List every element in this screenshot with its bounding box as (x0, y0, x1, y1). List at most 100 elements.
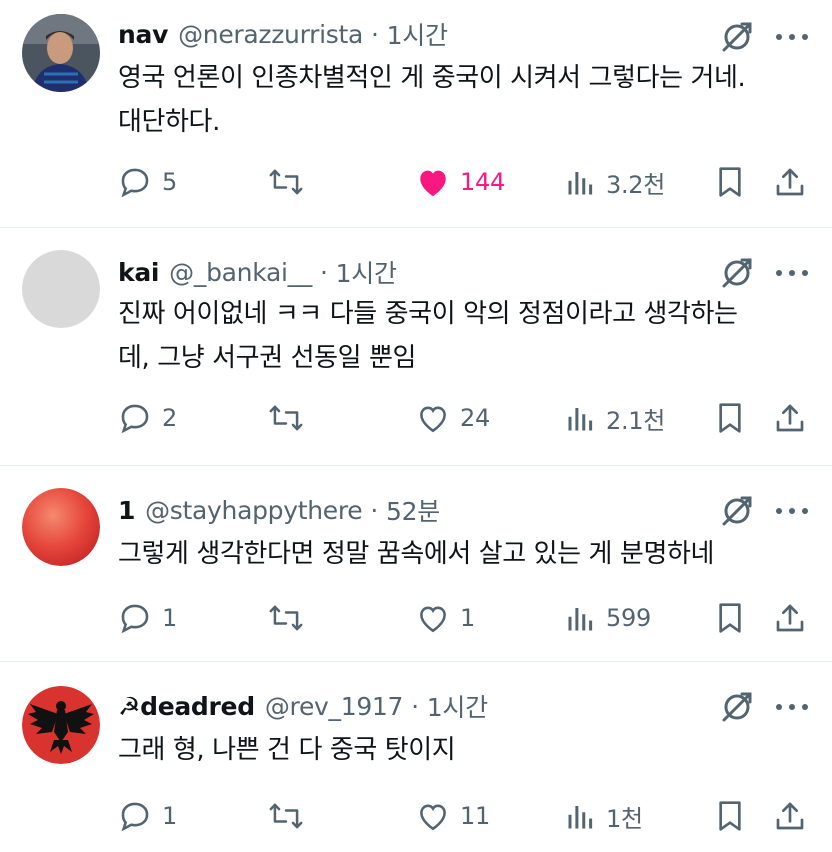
share-icon (776, 802, 804, 830)
views-count: 1천 (606, 804, 643, 833)
share-button[interactable] (774, 394, 806, 442)
post[interactable]: nav @nerazzurrista · 1시간 영국 언론이 인종차별적인 게… (0, 0, 832, 228)
bookmark-button[interactable] (716, 394, 744, 442)
share-icon (776, 168, 804, 196)
reply-count: 2 (162, 404, 177, 432)
handle[interactable]: @rev_1917 (265, 692, 404, 721)
bookmark-icon (719, 167, 741, 197)
like-count: 11 (460, 802, 490, 830)
separator: · (370, 495, 379, 525)
reply-button[interactable]: 5 (118, 158, 177, 206)
post-text: 그래 형, 나쁜 건 다 중국 탓이지 (118, 728, 808, 772)
display-name[interactable]: nav (118, 20, 168, 49)
post-text: 영국 언론이 인종차별적인 게 중국이 시켜서 그렇다는 거네. 대단하다. (118, 56, 808, 144)
grok-icon[interactable] (720, 494, 754, 528)
action-bar: 1 1 599 (0, 594, 832, 642)
bookmark-button[interactable] (716, 594, 744, 642)
action-bar: 1 11 1천 (0, 792, 832, 840)
views-icon (568, 806, 593, 829)
reply-button[interactable]: 1 (118, 594, 177, 642)
views-button[interactable]: 2.1천 (566, 394, 665, 442)
more-icon[interactable] (772, 22, 812, 52)
views-count: 599 (606, 604, 651, 632)
like-count: 24 (460, 404, 490, 432)
reply-button[interactable]: 1 (118, 792, 177, 840)
post-header: nav @nerazzurrista · 1시간 (118, 16, 448, 52)
views-button[interactable]: 1천 (566, 792, 643, 840)
post-text-line: 진짜 어이없네 ㅋㅋ 다들 중국이 악의 정점이라고 생각하는 (118, 299, 738, 329)
repost-button[interactable] (268, 594, 314, 642)
views-icon (568, 172, 593, 195)
reply-icon (121, 168, 149, 198)
like-count: 1 (460, 604, 475, 632)
action-bar: 5 144 3.2천 (0, 158, 832, 206)
separator: · (320, 257, 328, 287)
share-button[interactable] (774, 594, 806, 642)
heart-icon (420, 406, 446, 433)
post-header: kai @_bankai__ · 1시간 (118, 254, 397, 290)
repost-icon (269, 803, 303, 829)
grok-icon[interactable] (720, 256, 754, 290)
like-button[interactable]: 144 (416, 158, 505, 206)
bookmark-button[interactable] (716, 792, 744, 840)
share-icon (776, 404, 804, 432)
like-button[interactable]: 24 (416, 394, 490, 442)
repost-button[interactable] (268, 394, 314, 442)
handle[interactable]: @stayhappythere (145, 496, 363, 525)
handle[interactable]: @nerazzurrista (178, 20, 363, 49)
grok-icon[interactable] (720, 20, 754, 54)
post-text-line: 대단하다. (118, 107, 220, 137)
bookmark-icon (719, 603, 741, 633)
timestamp[interactable]: 1시간 (336, 254, 397, 290)
grok-icon[interactable] (720, 690, 754, 724)
share-button[interactable] (774, 792, 806, 840)
post-text-line: 그래 형, 나쁜 건 다 중국 탓이지 (118, 735, 456, 765)
repost-icon (269, 169, 303, 195)
views-icon (568, 408, 593, 431)
reply-button[interactable]: 2 (118, 394, 177, 442)
heart-icon (420, 804, 446, 831)
timestamp[interactable]: 1시간 (387, 16, 448, 52)
action-bar: 2 24 2.1천 (0, 394, 832, 442)
separator: · (411, 691, 419, 721)
avatar[interactable] (22, 14, 100, 92)
like-button[interactable]: 11 (416, 792, 490, 840)
avatar[interactable] (22, 250, 100, 328)
post[interactable]: ☭deadred @rev_1917 · 1시간 그래 형, 나쁜 건 다 중국… (0, 662, 832, 852)
views-count: 3.2천 (606, 170, 666, 199)
views-count: 2.1천 (606, 406, 666, 435)
reply-feed: nav @nerazzurrista · 1시간 영국 언론이 인종차별적인 게… (0, 0, 832, 852)
views-icon (568, 608, 593, 631)
repost-button[interactable] (268, 158, 314, 206)
like-button[interactable]: 1 (416, 594, 475, 642)
timestamp[interactable]: 52분 (386, 492, 440, 528)
post-text: 그렇게 생각한다면 정말 꿈속에서 살고 있는 게 분명하네 (118, 532, 808, 576)
post-header: ☭deadred @rev_1917 · 1시간 (118, 688, 488, 724)
post[interactable]: 1 @stayhappythere · 52분 그렇게 생각한다면 정말 꿈속에… (0, 466, 832, 662)
display-name[interactable]: 1 (118, 496, 135, 525)
reply-count: 1 (162, 604, 177, 632)
more-icon[interactable] (772, 692, 812, 722)
more-icon[interactable] (772, 496, 812, 526)
post-text-line: 영국 언론이 인종차별적인 게 중국이 시켜서 그렇다는 거네. (118, 63, 746, 93)
repost-icon (269, 605, 303, 631)
separator: · (371, 19, 379, 49)
views-button[interactable]: 599 (566, 594, 651, 642)
more-icon[interactable] (772, 258, 812, 288)
handle[interactable]: @_bankai__ (169, 258, 312, 287)
display-name[interactable]: ☭deadred (118, 692, 255, 721)
avatar[interactable] (22, 488, 100, 566)
avatar[interactable] (22, 686, 100, 764)
bookmark-icon (719, 801, 741, 831)
repost-button[interactable] (268, 792, 314, 840)
post-text: 진짜 어이없네 ㅋㅋ 다들 중국이 악의 정점이라고 생각하는 데, 그냥 서구… (118, 292, 808, 380)
views-button[interactable]: 3.2천 (566, 158, 665, 206)
bookmark-button[interactable] (716, 158, 744, 206)
share-button[interactable] (774, 158, 806, 206)
post-header: 1 @stayhappythere · 52분 (118, 492, 440, 528)
display-name[interactable]: kai (118, 258, 159, 287)
like-count: 144 (460, 168, 505, 196)
timestamp[interactable]: 1시간 (427, 688, 488, 724)
post[interactable]: kai @_bankai__ · 1시간 진짜 어이없네 ㅋㅋ 다들 중국이 악… (0, 228, 832, 466)
reply-count: 5 (162, 168, 177, 196)
